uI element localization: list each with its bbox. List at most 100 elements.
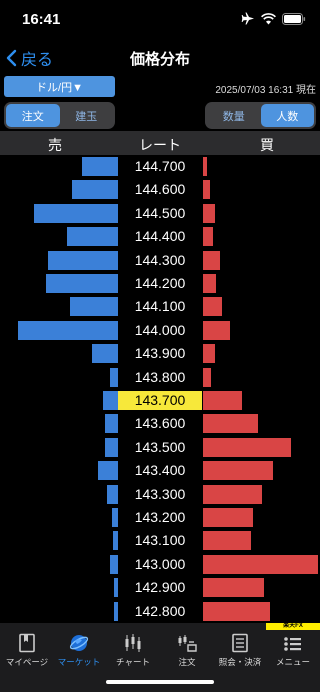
sell-bar — [105, 437, 118, 457]
price-label: 144.200 — [134, 275, 186, 291]
price-label: 143.200 — [134, 509, 186, 525]
status-time: 16:41 — [22, 11, 61, 28]
price-label: 143.800 — [134, 368, 186, 385]
buy-bar — [203, 250, 220, 270]
price-row: 144.700 — [0, 155, 320, 178]
price-row: 144.000 — [0, 319, 320, 342]
buy-bar — [203, 344, 215, 364]
mypage-icon — [19, 633, 35, 653]
buy-bar — [203, 391, 242, 410]
price-label: 144.100 — [134, 298, 186, 315]
buy-bar — [203, 297, 222, 317]
sell-bar — [82, 157, 118, 176]
price-label: 143.900 — [134, 345, 186, 362]
buy-bar — [203, 180, 210, 200]
sell-bar — [46, 274, 118, 293]
page-title: 価格分布 — [129, 51, 190, 68]
price-row: 143.500 — [0, 436, 320, 459]
price-label: 144.600 — [134, 181, 186, 198]
buy-bar — [203, 320, 230, 340]
buy-bar — [203, 578, 264, 598]
buy-bar — [203, 554, 318, 574]
price-distribution-chart[interactable]: 144.700 144.600 144.500 144.400 144.300 144.2… — [0, 155, 320, 623]
sell-bar — [110, 554, 118, 574]
buy-bar — [203, 508, 253, 527]
price-row: 144.100 — [0, 295, 320, 318]
price-row: 144.300 — [0, 249, 320, 272]
buy-bar — [203, 227, 213, 247]
data-timestamp: 2025/07/03 16:31 現在 — [215, 85, 316, 96]
sell-bar — [34, 203, 118, 223]
sell-bar — [103, 391, 118, 410]
buy-bar — [203, 437, 291, 457]
battery-icon — [282, 12, 306, 25]
buy-bar — [203, 461, 273, 481]
price-label: 144.000 — [134, 321, 186, 338]
price-row: 143.900 — [0, 342, 320, 365]
price-row: 143.300 — [0, 483, 320, 506]
toggle-people[interactable]: 人数 — [260, 104, 314, 127]
price-row: 143.600 — [0, 412, 320, 435]
price-row: 144.200 — [0, 272, 320, 295]
price-label: 143.600 — [134, 415, 186, 432]
buy-bar — [203, 531, 251, 551]
inquiry-document-icon — [232, 633, 248, 653]
price-row: 143.000 — [0, 553, 320, 576]
sell-bar — [72, 180, 118, 200]
home-indicator — [106, 680, 214, 684]
tab-label: マーケット — [57, 657, 101, 667]
price-label: 144.400 — [134, 228, 186, 245]
price-label: 144.500 — [134, 204, 186, 221]
order-icon — [178, 635, 197, 652]
sell-bar — [98, 461, 118, 481]
price-label: 143.300 — [134, 485, 186, 502]
price-row: 143.200 — [0, 506, 320, 529]
buy-bar — [203, 601, 270, 621]
sell-bar — [18, 320, 118, 340]
price-label: 142.800 — [134, 602, 186, 619]
status-icons — [241, 12, 306, 25]
sell-bar — [67, 227, 118, 247]
price-label: 142.900 — [134, 579, 186, 596]
candlestick-chart-icon — [125, 634, 141, 652]
airplane-icon — [241, 12, 254, 25]
sell-bar — [107, 484, 118, 504]
price-row: 144.600 — [0, 178, 320, 201]
toggle-position[interactable]: 建玉 — [60, 104, 114, 127]
currency-pair-select[interactable]: ドル/円▼ — [4, 76, 115, 97]
price-row: 143.700 — [0, 389, 320, 412]
quantity-people-toggle: 数量 人数 — [205, 102, 316, 129]
price-row: 144.500 — [0, 202, 320, 225]
price-row: 142.800 — [0, 600, 320, 623]
price-row: 143.400 — [0, 459, 320, 482]
tab-label: チャート — [116, 657, 150, 667]
buy-bar — [203, 414, 258, 434]
sell-bar — [48, 250, 118, 270]
toggle-order[interactable]: 注文 — [6, 104, 60, 127]
price-label: 143.400 — [134, 462, 186, 479]
toggle-quantity[interactable]: 数量 — [207, 104, 261, 127]
price-row: 143.100 — [0, 529, 320, 552]
sell-bar — [92, 344, 118, 364]
tab-label: メニュー — [275, 657, 310, 667]
buy-bar — [203, 484, 262, 504]
current-price-label: 143.700 — [118, 391, 202, 410]
price-label: 144.700 — [134, 158, 186, 174]
price-label: 143.500 — [134, 438, 186, 455]
price-label: 143.000 — [134, 555, 186, 572]
sell-column-label: 売 — [48, 137, 62, 153]
buy-bar — [203, 203, 215, 223]
rakuten-fx-badge: 楽天FX — [266, 623, 320, 630]
tab-label: 照会・決済 — [218, 657, 262, 667]
menu-list-icon — [284, 637, 301, 651]
price-row: 142.900 — [0, 576, 320, 599]
buy-bar — [203, 367, 211, 387]
market-globe-icon — [69, 635, 89, 651]
tab-label: 注文 — [178, 657, 196, 667]
status-bar: 16:41 — [0, 0, 320, 40]
price-row: 144.400 — [0, 225, 320, 248]
sell-bar — [110, 367, 118, 387]
price-row: 143.800 — [0, 366, 320, 389]
price-label: 143.100 — [134, 532, 186, 549]
wifi-icon — [261, 12, 276, 24]
